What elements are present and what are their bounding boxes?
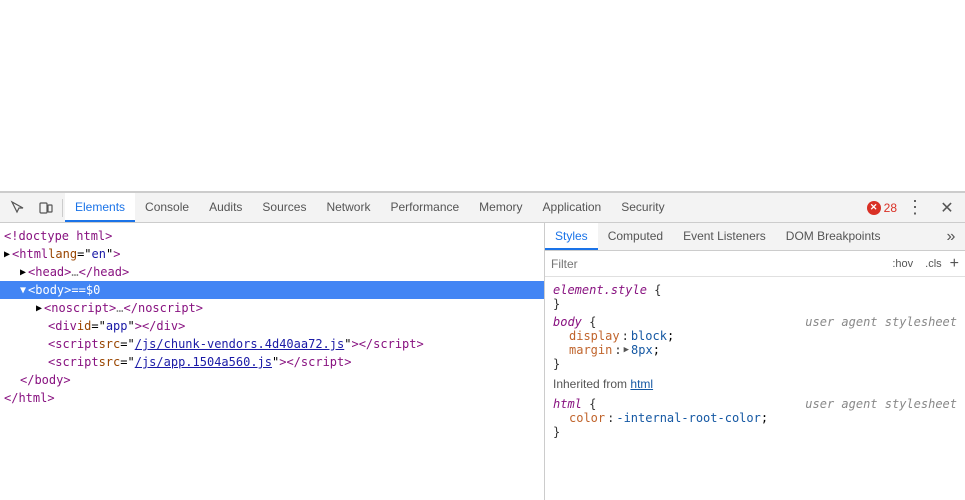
styles-content: element.style { } body { user agent styl… [545,277,965,500]
tab-audits[interactable]: Audits [199,193,252,222]
body-rule-source: user agent stylesheet [805,315,957,329]
html-rule: html { user agent stylesheet color : -in… [545,395,965,441]
close-devtools-icon[interactable]: ✕ [933,194,961,222]
styles-tab-dom-breakpoints[interactable]: DOM Breakpoints [776,223,891,250]
devtools-panel: Elements Console Audits Sources Network … [0,192,965,500]
dom-html-close[interactable]: </html> [0,389,544,407]
browser-viewport [0,0,965,192]
dom-div-app[interactable]: <div id="app" ></div> [0,317,544,335]
html-rule-source: user agent stylesheet [805,397,957,411]
styles-tab-computed[interactable]: Computed [598,223,673,250]
tab-application[interactable]: Application [533,193,612,222]
devtools-content: <!doctype html> ▶ <html lang="en" > ▶ <h… [0,223,965,500]
tab-performance[interactable]: Performance [380,193,469,222]
tab-console[interactable]: Console [135,193,199,222]
tab-security[interactable]: Security [611,193,674,222]
body-selector[interactable]: body [553,315,582,329]
error-circle-icon: ✕ [867,201,881,215]
dom-panel: <!doctype html> ▶ <html lang="en" > ▶ <h… [0,223,545,500]
dom-body-close[interactable]: </body> [0,371,544,389]
html-color-prop: color : -internal-root-color ; [553,411,957,425]
body-rule: body { user agent stylesheet display : b… [545,313,965,373]
hov-button[interactable]: :hov [888,256,917,272]
styles-overflow-button[interactable]: » [937,223,965,251]
dom-noscript[interactable]: ▶ <noscript> … </noscript> [0,299,544,317]
dom-doctype[interactable]: <!doctype html> [0,227,544,245]
tab-elements[interactable]: Elements [65,193,135,222]
devtools-toolbar: Elements Console Audits Sources Network … [0,193,965,223]
toolbar-separator [62,199,63,217]
tab-network[interactable]: Network [316,193,380,222]
filter-input[interactable] [551,257,888,271]
dom-script-app[interactable]: <script src="/js/app.1504a560.js" ></scr… [0,353,544,371]
cls-button[interactable]: .cls [921,256,946,272]
more-options-icon[interactable]: ⋮ [901,194,929,222]
add-style-rule-button[interactable]: + [950,256,959,272]
device-toolbar-icon[interactable] [32,194,60,222]
inspect-element-icon[interactable] [4,194,32,222]
filter-actions: :hov .cls + [888,256,959,272]
styles-tab-event-listeners[interactable]: Event Listeners [673,223,776,250]
element-style-rule: element.style { } [545,281,965,313]
html-selector[interactable]: html [553,397,582,411]
devtools-tab-list: Elements Console Audits Sources Network … [65,193,867,222]
tab-sources[interactable]: Sources [252,193,316,222]
dom-html[interactable]: ▶ <html lang="en" > [0,245,544,263]
dom-body[interactable]: ▼ <body> == $0 [0,281,544,299]
body-display-prop: display : block ; [553,329,957,343]
dom-script-vendors[interactable]: <script src="/js/chunk-vendors.4d40aa72.… [0,335,544,353]
dom-head[interactable]: ▶ <head> … </head> [0,263,544,281]
styles-panel: Styles Computed Event Listeners DOM Brea… [545,223,965,500]
styles-tab-styles[interactable]: Styles [545,223,598,250]
toolbar-right: ✕ 28 ⋮ ✕ [867,194,961,222]
filter-bar: :hov .cls + [545,251,965,277]
body-margin-prop: margin : ▶ 8px ; [553,343,957,357]
tab-memory[interactable]: Memory [469,193,532,222]
styles-tabs: Styles Computed Event Listeners DOM Brea… [545,223,965,251]
inherited-from-link[interactable]: html [630,377,653,391]
element-style-selector[interactable]: element.style [553,283,647,297]
inherited-header: Inherited from html [545,373,965,395]
error-badge[interactable]: ✕ 28 [867,201,897,215]
